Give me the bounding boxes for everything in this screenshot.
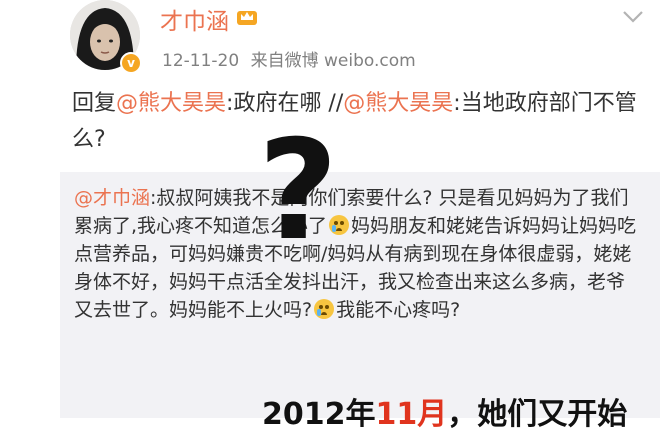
mention-link[interactable]: @熊大昊昊 bbox=[116, 91, 226, 116]
crying-face-icon bbox=[314, 299, 335, 319]
quoted-body-3: 我能不心疼吗? bbox=[336, 299, 461, 321]
question-mark-overlay: ? bbox=[258, 110, 339, 271]
quoted-text: @才巾涵:叔叔阿姨我不是向你们索要什么? 只是看见妈妈为了我们累病了,我心疼不知… bbox=[74, 184, 640, 324]
overlay-caption: 2012年11月，她们又开始 bbox=[262, 398, 627, 432]
chevron-down-icon[interactable] bbox=[622, 10, 644, 24]
reply-text: 回复@熊大昊昊:政府在哪 //@熊大昊昊:当地政府部门不管么? bbox=[72, 86, 642, 158]
quoted-mention-link[interactable]: @才巾涵 bbox=[74, 187, 150, 209]
post-date[interactable]: 12-11-20 bbox=[162, 51, 239, 71]
quoted-post[interactable]: @才巾涵:叔叔阿姨我不是向你们索要什么? 只是看见妈妈为了我们累病了,我心疼不知… bbox=[60, 172, 660, 418]
verified-badge-icon: v bbox=[120, 52, 142, 74]
post-meta: 12-11-20 来自微博 weibo.com bbox=[162, 46, 422, 71]
caption-part-2: ，她们又开始 bbox=[447, 397, 628, 432]
username-link[interactable]: 才巾涵 bbox=[160, 2, 229, 36]
weibo-post-card: v 才巾涵 12-11-20 来自微博 weibo.com 回复@熊大昊昊:政府… bbox=[0, 0, 660, 432]
caption-part-1: 2012年 bbox=[262, 397, 376, 432]
post-source[interactable]: 来自微博 weibo.com bbox=[251, 51, 416, 71]
caption-highlight: 11月 bbox=[375, 397, 448, 432]
reply-prefix: 回复 bbox=[72, 91, 117, 116]
mention-link[interactable]: @熊大昊昊 bbox=[343, 91, 453, 116]
crown-icon bbox=[237, 11, 257, 25]
